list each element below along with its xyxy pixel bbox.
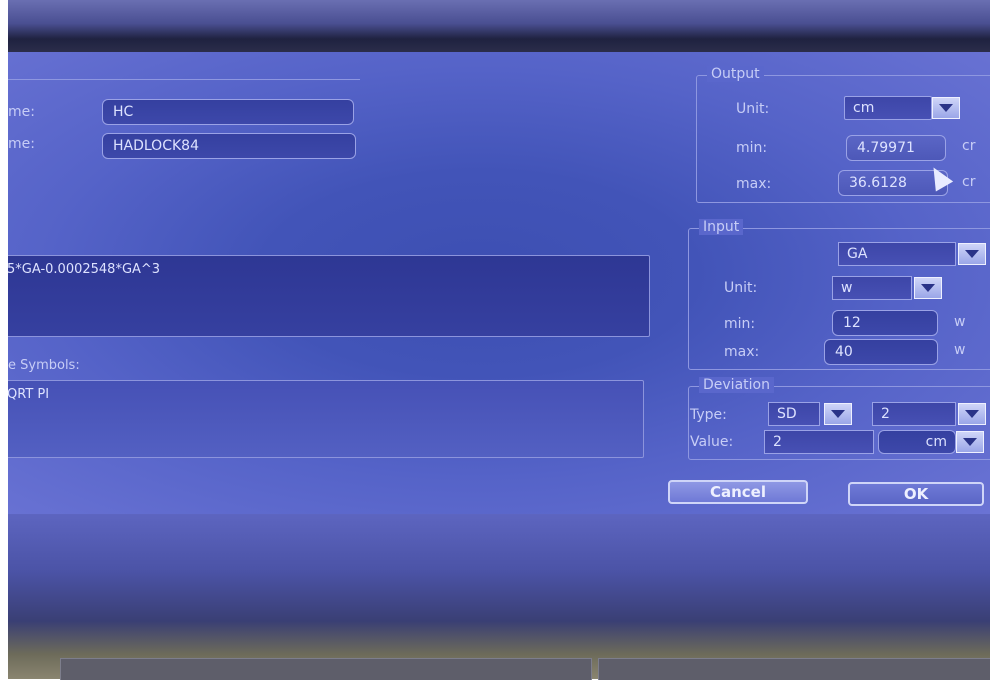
chevron-down-icon xyxy=(963,438,977,446)
input-unit-select[interactable]: w xyxy=(832,276,912,300)
author-field[interactable]: HADLOCK84 xyxy=(102,133,356,159)
author-label: me: xyxy=(8,136,35,152)
bottom-tab-left xyxy=(60,658,592,680)
deviation-unit-select[interactable]: cm xyxy=(878,430,956,454)
input-parameter-select[interactable]: GA xyxy=(838,242,956,266)
input-unit-label: Unit: xyxy=(724,280,758,296)
input-legend: Input xyxy=(699,219,744,235)
chevron-down-icon xyxy=(831,410,845,418)
output-max-label: max: xyxy=(736,176,772,192)
cancel-button[interactable]: Cancel xyxy=(668,480,808,504)
input-unit-dropdown-button[interactable] xyxy=(914,277,942,299)
output-unit-label: Unit: xyxy=(736,101,770,117)
bottom-tab-right xyxy=(598,658,990,680)
chevron-down-icon xyxy=(965,410,979,418)
deviation-unit-dropdown-button[interactable] xyxy=(956,431,984,453)
deviation-type-label: Type: xyxy=(690,407,727,423)
symbols-textarea[interactable]: QRT PI xyxy=(8,380,644,458)
chevron-down-icon xyxy=(965,250,979,258)
symbols-label: e Symbols: xyxy=(8,358,80,373)
input-min-unit: w xyxy=(954,314,966,330)
output-min-unit: cr xyxy=(962,138,976,154)
deviation-legend: Deviation xyxy=(699,377,774,393)
formula-editor-dialog: me: HC me: HADLOCK84 5*GA-0.0002548*GA^3… xyxy=(8,52,990,514)
name-label: me: xyxy=(8,104,35,120)
output-min-label: min: xyxy=(736,140,768,156)
output-unit-dropdown-button[interactable] xyxy=(932,97,960,119)
deviation-multiplier-dropdown-button[interactable] xyxy=(958,403,986,425)
monitor-bezel xyxy=(0,0,8,679)
deviation-type-select[interactable]: SD xyxy=(768,402,820,426)
deviation-value-label: Value: xyxy=(690,434,734,450)
deviation-multiplier-select[interactable]: 2 xyxy=(872,402,956,426)
deviation-value-field[interactable]: 2 xyxy=(764,430,874,454)
name-field[interactable]: HC xyxy=(102,99,354,125)
input-min-field[interactable]: 12 xyxy=(832,310,938,336)
output-max-unit: cr xyxy=(962,174,976,190)
input-max-label: max: xyxy=(724,344,760,360)
output-min-field[interactable]: 4.79971 xyxy=(846,135,946,161)
input-parameter-dropdown-button[interactable] xyxy=(958,243,986,265)
deviation-type-dropdown-button[interactable] xyxy=(824,403,852,425)
output-legend: Output xyxy=(707,66,764,82)
lower-screen-area xyxy=(8,514,990,679)
output-unit-select[interactable]: cm xyxy=(844,96,932,120)
chevron-down-icon xyxy=(921,284,935,292)
input-max-unit: w xyxy=(954,342,966,358)
input-min-label: min: xyxy=(724,316,756,332)
formula-textarea[interactable]: 5*GA-0.0002548*GA^3 xyxy=(8,255,650,337)
title-strip xyxy=(8,0,990,52)
ok-button[interactable]: OK xyxy=(848,482,984,506)
input-max-field[interactable]: 40 xyxy=(824,339,938,365)
chevron-down-icon xyxy=(939,104,953,112)
top-divider xyxy=(8,79,360,80)
